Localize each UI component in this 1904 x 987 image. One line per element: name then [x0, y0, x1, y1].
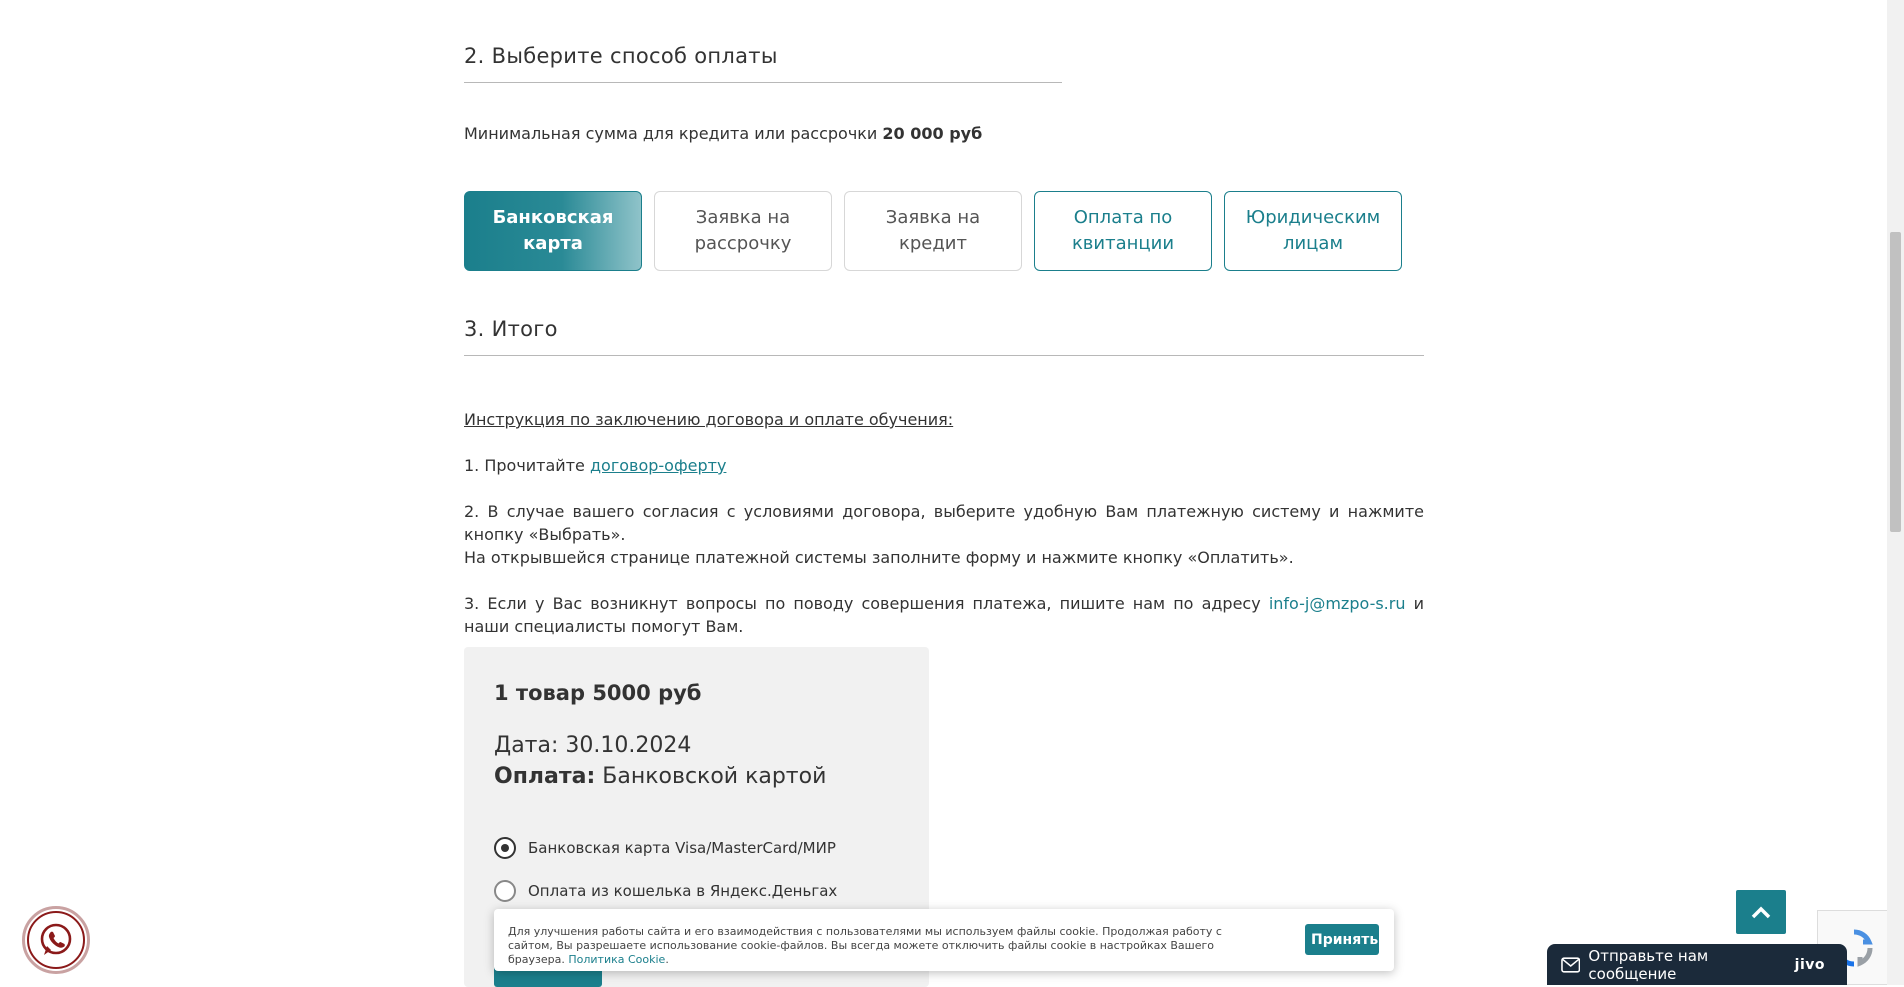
whatsapp-button[interactable] [22, 906, 90, 974]
instructions-heading: Инструкция по заключению договора и опла… [464, 408, 1424, 431]
support-email-link[interactable]: info-j@mzpo-s.ru [1269, 594, 1406, 613]
min-sum-text: Минимальная сумма для кредита или рассро… [464, 124, 878, 143]
tab-receipt[interactable]: Оплата по квитанции [1034, 191, 1212, 271]
order-date-value: 30.10.2024 [565, 733, 692, 758]
radio-option-yandex-money[interactable]: Оплата из кошелька в Яндекс.Деньгах [494, 880, 837, 902]
min-sum-amount: 20 000 руб [882, 124, 983, 143]
order-date: Дата: 30.10.2024 [494, 733, 691, 758]
radio-option-label: Банковская карта Visa/MasterCard/МИР [528, 839, 836, 857]
step2-line1: 2. В случае вашего согласия с условиями … [464, 502, 1424, 544]
cookie-banner: Для улучшения работы сайта и его взаимод… [494, 909, 1394, 971]
order-payment-method: Оплата: Банковской картой [494, 764, 826, 789]
radio-option-label: Оплата из кошелька в Яндекс.Деньгах [528, 882, 838, 900]
offer-contract-link[interactable]: договор-оферту [590, 456, 726, 475]
mail-icon [1561, 956, 1581, 973]
cookie-text: Для улучшения работы сайта и его взаимод… [508, 925, 1268, 967]
payment-label: Оплата: [494, 764, 596, 789]
whatsapp-ring [27, 911, 85, 969]
tab-credit[interactable]: Заявка на кредит [844, 191, 1022, 271]
chat-widget[interactable]: Отправьте нам сообщение jivo [1547, 944, 1847, 985]
radio-unselected-icon[interactable] [494, 880, 516, 902]
chat-brand: jivo [1794, 956, 1825, 973]
instructions-heading-text: Инструкция по заключению договора и опла… [464, 410, 954, 429]
step2-line2: На открывшейся странице платежной систем… [464, 548, 1294, 567]
arrow-up-icon [1751, 906, 1771, 919]
divider [464, 82, 1062, 83]
order-date-label: Дата: [494, 733, 559, 758]
step1-text: 1. Прочитайте [464, 456, 585, 475]
payment-tabs: Банковская карта Заявка на рассрочку Зая… [464, 191, 1402, 271]
scroll-to-top-button[interactable] [1736, 890, 1786, 934]
radio-selected-icon[interactable] [494, 837, 516, 859]
cookie-policy-link[interactable]: Политика Cookie [568, 953, 665, 966]
instruction-step-2: 2. В случае вашего согласия с условиями … [464, 500, 1424, 569]
tab-legal-entities[interactable]: Юридическим лицам [1224, 191, 1402, 271]
divider [464, 355, 1424, 356]
instruction-step-1: 1. Прочитайте договор-оферту [464, 454, 1424, 477]
cookie-policy-suffix: . [665, 953, 669, 966]
tab-bank-card[interactable]: Банковская карта [464, 191, 642, 271]
section-payment-title: 2. Выберите способ оплаты [464, 44, 778, 68]
step3-text: 3. Если у Вас возникнут вопросы по повод… [464, 594, 1261, 613]
min-sum-note: Минимальная сумма для кредита или рассро… [464, 124, 982, 143]
order-summary-title: 1 товар 5000 руб [494, 681, 702, 705]
accept-cookies-button[interactable]: Принять [1305, 924, 1379, 955]
radio-option-bank-card[interactable]: Банковская карта Visa/MasterCard/МИР [494, 837, 836, 859]
whatsapp-icon [40, 923, 72, 955]
page-scrollbar[interactable] [1887, 0, 1904, 985]
tab-installment[interactable]: Заявка на рассрочку [654, 191, 832, 271]
instruction-step-3: 3. Если у Вас возникнут вопросы по повод… [464, 592, 1424, 638]
chat-message-label: Отправьте нам сообщение [1588, 946, 1709, 983]
scrollbar-thumb[interactable] [1890, 232, 1901, 532]
payment-value: Банковской картой [602, 764, 827, 789]
section-total-title: 3. Итого [464, 317, 558, 341]
